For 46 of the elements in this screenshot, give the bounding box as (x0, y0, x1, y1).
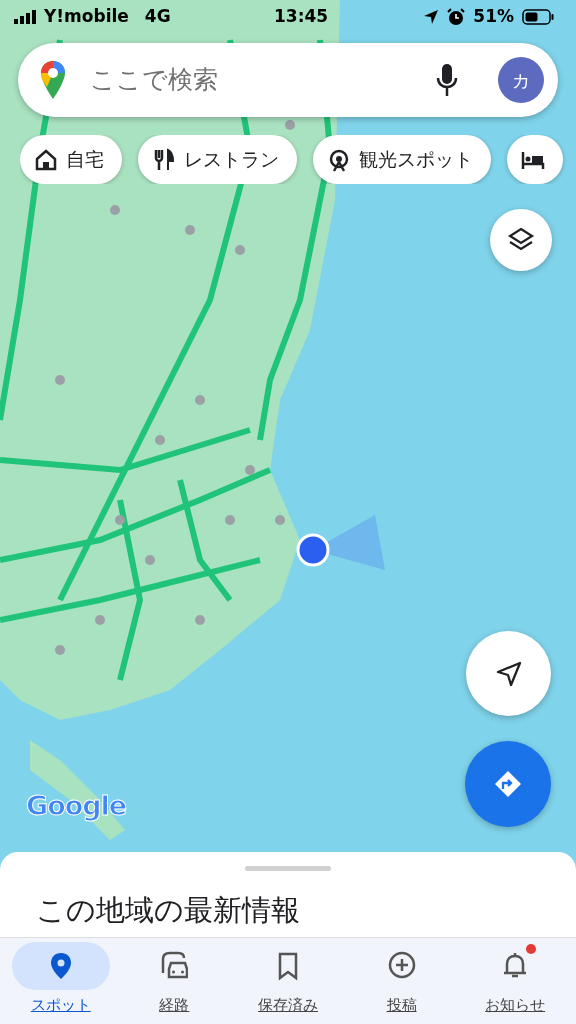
nav-tab[interactable]: 保存済み (231, 938, 345, 1024)
category-chip[interactable]: 観光スポット (313, 135, 491, 184)
search-bar[interactable]: ここで検索 カ (18, 43, 558, 117)
place-marker-dot[interactable] (95, 615, 105, 625)
place-marker-dot[interactable] (145, 555, 155, 565)
nav-tab[interactable]: 投稿 (344, 938, 459, 1024)
carrier-name: Y!mobile (44, 5, 129, 29)
map-logo: Google (26, 789, 127, 823)
nav-tab[interactable]: スポット (4, 938, 118, 1024)
current-location-icon (296, 515, 385, 570)
nav-tab[interactable]: お知らせ (458, 938, 572, 1024)
place-marker-dot[interactable] (110, 205, 120, 215)
navigation-arrow-icon (495, 660, 522, 687)
map-pin-logo-icon (40, 60, 66, 100)
place-marker-dot[interactable] (55, 645, 65, 655)
place-marker-dot[interactable] (235, 245, 245, 255)
nav-tab[interactable]: 経路 (117, 938, 232, 1024)
plus-circle-icon (387, 951, 416, 981)
place-marker-dot[interactable] (115, 515, 125, 525)
place-marker-dot[interactable] (155, 435, 165, 445)
home-icon (34, 147, 58, 172)
alarm-clock-icon (447, 8, 466, 26)
category-chip[interactable]: レストラン (138, 135, 297, 184)
account-avatar[interactable]: カ (498, 57, 544, 103)
place-marker-dot[interactable] (195, 615, 205, 625)
signal-icon (14, 10, 36, 24)
microphone-icon[interactable] (436, 64, 458, 96)
place-marker-dot[interactable] (55, 375, 65, 385)
sheet-title: この地域の最新情報 (36, 893, 300, 928)
place-marker-dot[interactable] (225, 515, 235, 525)
search-placeholder: ここで検索 (90, 64, 218, 97)
place-marker-dot[interactable] (285, 120, 295, 130)
place-marker-dot[interactable] (185, 225, 195, 235)
car-bus-icon (160, 951, 189, 981)
place-marker-dot[interactable] (245, 465, 255, 475)
directions-icon (494, 770, 522, 798)
fork-knife-icon (152, 147, 176, 172)
network-type: 4G (144, 5, 171, 29)
location-arrow-icon (423, 9, 440, 25)
battery-percent: 51% (473, 5, 514, 29)
category-chip[interactable]: 自宅 (20, 135, 122, 184)
clock-time: 13:45 (274, 5, 329, 29)
battery-icon (522, 9, 554, 25)
ferris-wheel-icon (327, 147, 351, 172)
place-marker-dot[interactable] (275, 515, 285, 525)
place-marker-dot[interactable] (195, 395, 205, 405)
